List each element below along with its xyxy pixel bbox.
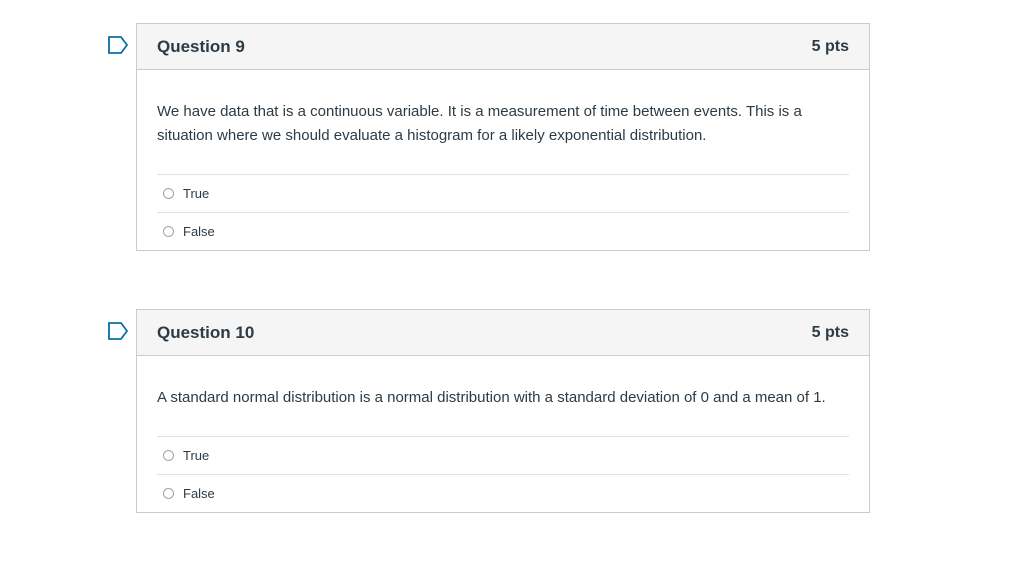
question-9-answer-true[interactable]: True bbox=[157, 175, 849, 213]
question-10-points: 5 pts bbox=[811, 323, 849, 341]
question-9-points: 5 pts bbox=[811, 37, 849, 55]
radio-empty-icon[interactable] bbox=[163, 450, 174, 461]
question-9-answer-false[interactable]: False bbox=[157, 213, 849, 250]
radio-empty-icon[interactable] bbox=[163, 188, 174, 199]
question-10-text: A standard normal distribution is a norm… bbox=[157, 389, 826, 406]
question-10-header: Question 10 5 pts bbox=[137, 310, 869, 356]
question-10-answer-false[interactable]: False bbox=[157, 475, 849, 512]
question-9-answers: True False bbox=[157, 174, 849, 250]
question-9-title: Question 9 bbox=[157, 36, 245, 56]
answer-label: True bbox=[183, 186, 210, 201]
question-9-text: We have data that is a continuous variab… bbox=[157, 103, 802, 144]
question-10-card: Question 10 5 pts A standard normal dist… bbox=[136, 309, 870, 513]
question-9-body: We have data that is a continuous variab… bbox=[137, 70, 869, 250]
radio-empty-icon[interactable] bbox=[163, 488, 174, 499]
flag-question-10-icon[interactable] bbox=[107, 322, 129, 340]
question-10-body: A standard normal distribution is a norm… bbox=[137, 356, 869, 512]
answer-label: False bbox=[183, 224, 215, 239]
question-10-title: Question 10 bbox=[157, 322, 255, 342]
question-9-card: Question 9 5 pts We have data that is a … bbox=[136, 23, 870, 251]
radio-empty-icon[interactable] bbox=[163, 226, 174, 237]
question-9-header: Question 9 5 pts bbox=[137, 24, 869, 70]
answer-label: False bbox=[183, 486, 215, 501]
answer-label: True bbox=[183, 448, 210, 463]
flag-question-9-icon[interactable] bbox=[107, 36, 129, 54]
question-10-answer-true[interactable]: True bbox=[157, 437, 849, 475]
question-10-answers: True False bbox=[157, 436, 849, 512]
